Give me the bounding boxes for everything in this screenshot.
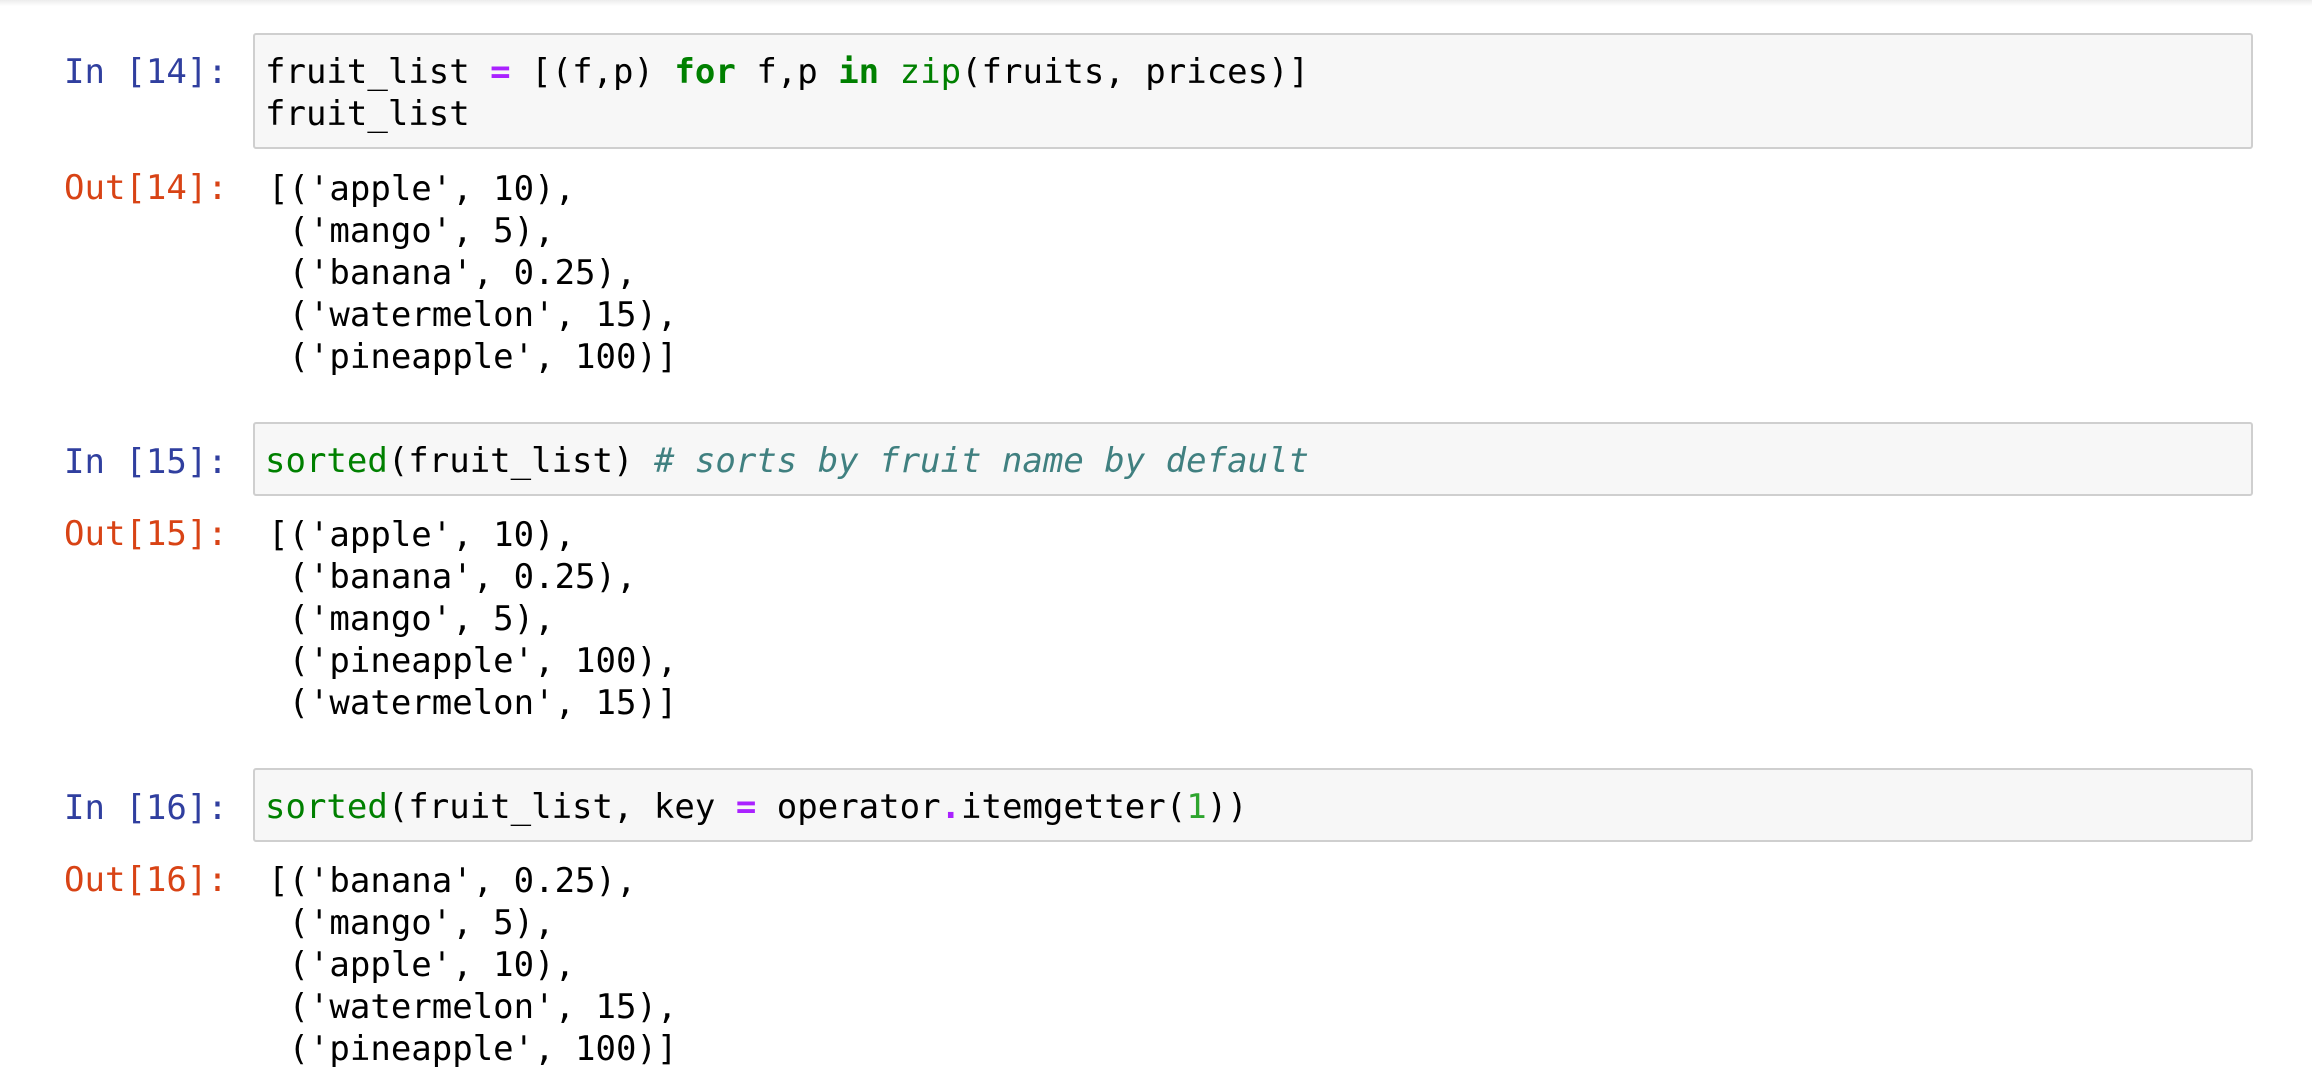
out-prompt: Out[15]: [64, 514, 228, 554]
output-line: ('mango', 5), [268, 211, 555, 251]
out-prompt: Out[14]: [64, 168, 228, 208]
notebook-top-shadow [0, 0, 2312, 6]
cell-output: [('apple', 10), ('mango', 5), ('banana',… [268, 168, 677, 378]
code-token: sorted [265, 441, 388, 481]
output-line: [('apple', 10), [268, 169, 576, 209]
code-token: 1 [1186, 787, 1207, 827]
code-token: sorted [265, 787, 388, 827]
code-token: (fruit_list) [387, 441, 654, 481]
code-token: )) [1206, 787, 1248, 827]
code-token: # sorts by fruit name by default [653, 441, 1309, 481]
out-prompt: Out[16]: [64, 860, 228, 900]
code-token: itemgetter( [961, 787, 1187, 827]
output-line: ('watermelon', 15), [268, 987, 678, 1027]
cell-output: [('apple', 10), ('banana', 0.25), ('mang… [268, 514, 677, 724]
output-line: ('watermelon', 15), [268, 295, 678, 335]
code-input-area[interactable]: sorted(fruit_list, key = operator.itemge… [253, 768, 2253, 842]
code-token: . [940, 787, 962, 827]
output-line: ('pineapple', 100)] [268, 337, 678, 377]
code-input[interactable]: sorted(fruit_list, key = operator.itemge… [265, 786, 1248, 828]
output-line: ('mango', 5), [268, 599, 555, 639]
output-line: ('watermelon', 15)] [268, 683, 678, 723]
in-prompt: In [14]: [64, 52, 228, 92]
cell-output: [('banana', 0.25), ('mango', 5), ('apple… [268, 860, 677, 1070]
code-token: fruit_list [265, 52, 491, 92]
code-token: (fruit_list, key [387, 787, 736, 827]
in-prompt: In [15]: [64, 442, 228, 482]
code-token: = [490, 52, 511, 92]
code-token: for [674, 52, 736, 92]
output-line: ('apple', 10), [268, 945, 576, 985]
code-input[interactable]: fruit_list = [(f,p) for f,p in zip(fruit… [265, 51, 1309, 135]
code-input-area[interactable]: sorted(fruit_list) # sorts by fruit name… [253, 422, 2253, 496]
code-token: f,p [735, 52, 839, 92]
output-line: ('pineapple', 100)] [268, 1029, 678, 1069]
code-token: (fruits, prices)] [961, 52, 1310, 92]
output-line: ('banana', 0.25), [268, 253, 637, 293]
output-line: ('banana', 0.25), [268, 557, 637, 597]
output-line: ('mango', 5), [268, 903, 555, 943]
code-token: operator [756, 787, 941, 827]
code-token: fruit_list [265, 94, 470, 134]
code-input[interactable]: sorted(fruit_list) # sorts by fruit name… [265, 440, 1309, 482]
code-token: [(f,p) [510, 52, 675, 92]
output-line: [('apple', 10), [268, 515, 576, 555]
code-input-area[interactable]: fruit_list = [(f,p) for f,p in zip(fruit… [253, 33, 2253, 149]
code-token: in [838, 52, 880, 92]
code-token: zip [899, 52, 962, 92]
output-line: [('banana', 0.25), [268, 861, 637, 901]
in-prompt: In [16]: [64, 788, 228, 828]
output-line: ('pineapple', 100), [268, 641, 678, 681]
code-token: = [735, 787, 757, 827]
